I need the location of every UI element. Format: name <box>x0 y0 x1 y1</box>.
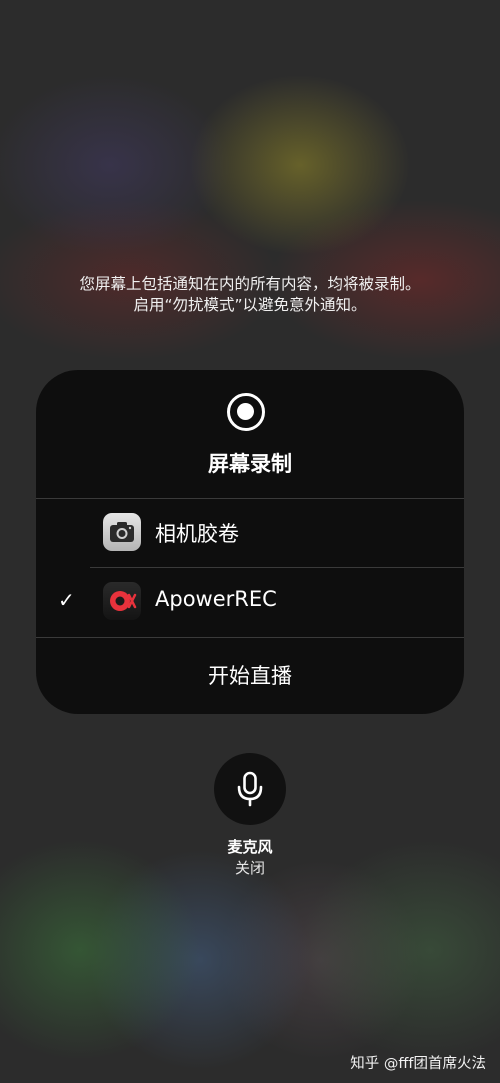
camera-app-icon <box>103 513 141 551</box>
checkmark-icon: ✓ <box>58 588 75 612</box>
notice-line-1: 您屏幕上包括通知在内的所有内容，均将被录制。 <box>79 275 421 293</box>
option-apowerrec[interactable]: ✓ ApowerREC <box>36 568 464 636</box>
notice-line-2: 启用“勿扰模式”以避免意外通知。 <box>133 296 367 314</box>
screen-recording-panel: 屏幕录制 相机胶卷 ✓ ApowerREC 开始直播 <box>36 370 464 714</box>
option-label: 相机胶卷 <box>155 522 239 546</box>
start-broadcast-button[interactable]: 开始直播 <box>36 638 464 714</box>
option-camera-roll[interactable]: 相机胶卷 <box>36 499 464 567</box>
screen-record-icon <box>227 393 265 431</box>
apowerrec-app-icon <box>103 582 141 620</box>
microphone-toggle-button[interactable] <box>214 753 286 825</box>
option-label: ApowerREC <box>155 587 277 611</box>
recording-notice: 您屏幕上包括通知在内的所有内容，均将被录制。 启用“勿扰模式”以避免意外通知。 <box>0 274 500 316</box>
microphone-label: 麦克风 <box>227 838 273 856</box>
microphone-icon <box>237 771 263 807</box>
microphone-status: 关闭 <box>234 859 265 877</box>
watermark-text: 知乎 @fff团首席火法 <box>350 1056 486 1072</box>
panel-title: 屏幕录制 <box>208 452 292 476</box>
